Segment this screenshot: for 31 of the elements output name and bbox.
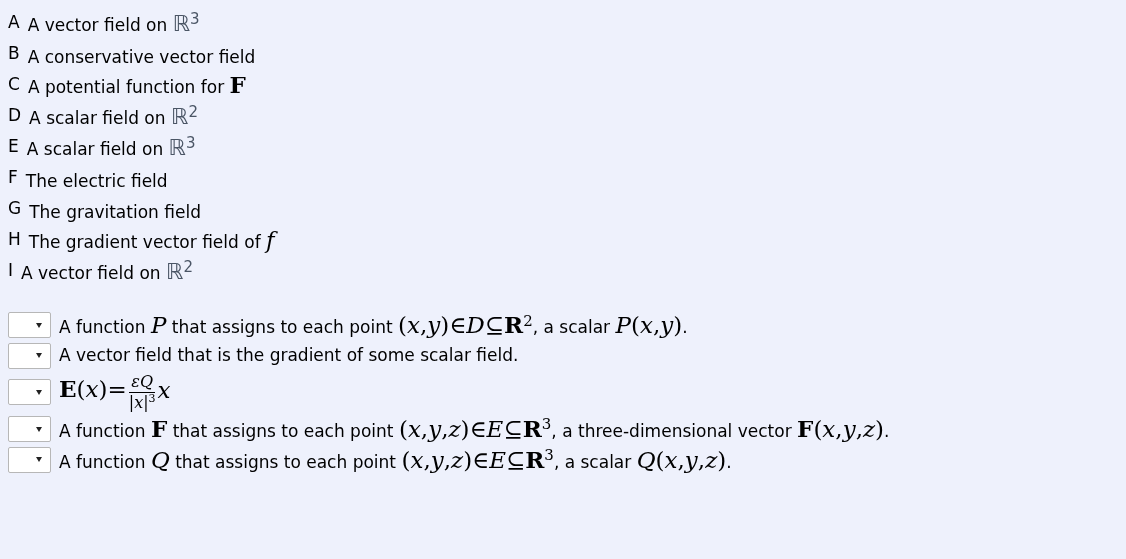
option-text: A scalar field on ℝ$^{2}$: [29, 106, 198, 128]
caret-icon: [36, 353, 42, 359]
option-letter: D: [8, 103, 22, 127]
answer-dropdown[interactable]: [8, 416, 51, 443]
statement-text: A vector field that is the gradient of some scalar field.: [59, 345, 519, 367]
option-letter: B: [8, 41, 20, 65]
answer-dropdown[interactable]: [8, 379, 51, 406]
option-text: A vector field on ℝ$^{3}$: [27, 13, 200, 35]
caret-icon: [36, 322, 42, 328]
caret-icon: [36, 457, 42, 463]
option-text: The electric field: [25, 173, 168, 190]
option-text: A vector field on ℝ$^{2}$: [21, 261, 194, 283]
option-letter: I: [8, 258, 13, 282]
option-text: A conservative vector field: [27, 49, 256, 66]
answer-dropdown[interactable]: [8, 342, 51, 369]
option-letter: E: [8, 134, 19, 158]
option-text: A scalar field on ℝ$^{3}$: [26, 137, 196, 159]
answer-dropdown[interactable]: [8, 312, 51, 339]
caret-icon: [36, 426, 42, 432]
option-text: The gravitation field: [29, 204, 201, 221]
statement-text: A function F that assigns to each point (x,y,z)∈E⊆R$^{3}$, a three-dimensional vector F(x,y,z).: [59, 414, 890, 444]
option-letter: A: [8, 10, 20, 34]
option-text: A potential function for F: [27, 73, 246, 97]
option-letter: H: [8, 227, 21, 251]
statement-text: A function P that assigns to each point (x,y)∈D⊆R$^{2}$, a scalar P(x,y).: [59, 311, 688, 340]
caret-icon: [36, 389, 42, 395]
option-letter: F: [8, 165, 18, 189]
statement-text: A function Q that assigns to each point (x,y,z)∈E⊆R$^{3}$, a scalar Q(x,y,z).: [59, 445, 732, 475]
option-letter: G: [8, 196, 22, 220]
option-letter: C: [8, 72, 20, 96]
answer-dropdown[interactable]: [8, 446, 51, 473]
